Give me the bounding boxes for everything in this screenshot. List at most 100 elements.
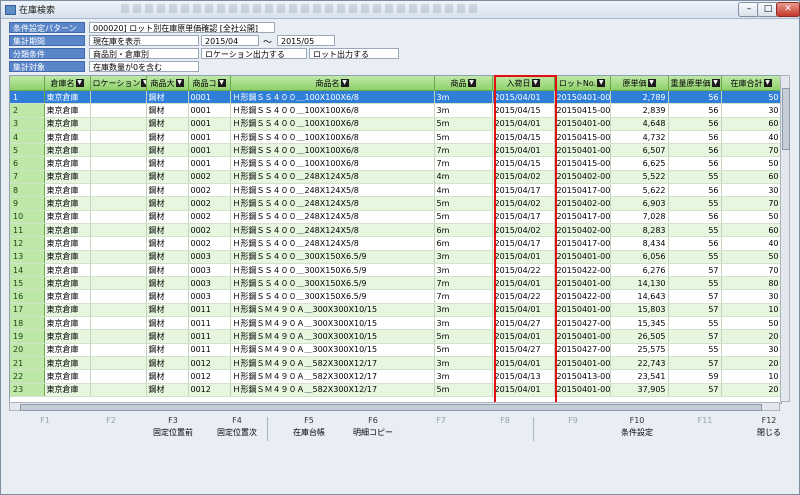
cell-weight-price: 55: [668, 196, 722, 211]
row-number[interactable]: 11: [10, 223, 45, 238]
row-number[interactable]: 2: [10, 103, 45, 118]
filter-dropdown-icon[interactable]: ▼: [763, 79, 772, 87]
table-row[interactable]: 5 東京倉庫 鋼材 0001 Ｈ形鋼ＳＳ４００＿100X100X6/8 7m 2015/04…: [10, 143, 781, 158]
table-row[interactable]: 16 東京倉庫 鋼材 0003 Ｈ形鋼ＳＳ４００＿300X150X6.5/9 7m 2015…: [10, 289, 781, 304]
table-row[interactable]: 18 東京倉庫 鋼材 0011 Ｈ形鋼ＳＭ４９０Ａ＿300X300X10/15 3m 201…: [10, 316, 781, 331]
period-mode-field[interactable]: 現在庫を表示: [89, 35, 199, 46]
column-header-product-name[interactable]: 商品名 ▼: [230, 76, 435, 91]
title-bar[interactable]: 在庫検索 – □ ✕: [1, 1, 800, 19]
pattern-field[interactable]: 000020] ロット別在庫原単価確認 [全社公開]: [89, 22, 275, 33]
table-row[interactable]: 4 東京倉庫 鋼材 0001 Ｈ形鋼ＳＳ４００＿100X100X6/8 5m 2015/04…: [10, 130, 781, 145]
cell-length: 5m: [434, 329, 493, 344]
fkey-f12[interactable]: F12 閉じる: [737, 415, 800, 443]
table-row[interactable]: 2 東京倉庫 鋼材 0001 Ｈ形鋼ＳＳ４００＿100X100X6/8 3m 2015/04…: [10, 103, 781, 118]
row-number[interactable]: 1: [10, 90, 45, 105]
table-row[interactable]: 8 東京倉庫 鋼材 0002 Ｈ形鋼ＳＳ４００＿248X124X5/8 4m 2015/04…: [10, 183, 781, 198]
filter-dropdown-icon[interactable]: ▼: [711, 79, 720, 87]
horizontal-scroll-thumb[interactable]: [20, 404, 762, 411]
filter-dropdown-icon[interactable]: ▼: [340, 79, 349, 87]
row-number[interactable]: 23: [10, 383, 45, 397]
table-row[interactable]: 21 東京倉庫 鋼材 0012 Ｈ形鋼ＳＭ４９０Ａ＿582X300X12/17 3m 201…: [10, 356, 781, 371]
table-row[interactable]: 11 東京倉庫 鋼材 0002 Ｈ形鋼ＳＳ４００＿248X124X5/8 6m 2015/0…: [10, 223, 781, 238]
row-number[interactable]: 10: [10, 210, 45, 224]
cell-category: 鋼材: [146, 130, 189, 145]
table-row[interactable]: 10 東京倉庫 鋼材 0002 Ｈ形鋼ＳＳ４００＿248X124X5/8 5m 2015/0…: [10, 210, 781, 224]
cell-category: 鋼材: [146, 383, 189, 397]
row-number[interactable]: 12: [10, 236, 45, 251]
fkey-code: F1: [40, 416, 50, 425]
fkey-f4[interactable]: F4 固定位置次: [205, 415, 269, 443]
column-header-warehouse[interactable]: 倉庫名 ▼: [44, 76, 91, 91]
table-row[interactable]: 3 東京倉庫 鋼材 0001 Ｈ形鋼ＳＳ４００＿100X100X6/8 5m 2015/04…: [10, 117, 781, 131]
fkey-f10[interactable]: F10 条件設定: [605, 415, 669, 443]
table-row[interactable]: 9 東京倉庫 鋼材 0002 Ｈ形鋼ＳＳ４００＿248X124X5/8 5m 2015/04…: [10, 196, 781, 211]
table-row[interactable]: 22 東京倉庫 鋼材 0012 Ｈ形鋼ＳＭ４９０Ａ＿582X300X12/17 3m 201…: [10, 369, 781, 384]
filter-dropdown-icon[interactable]: ▼: [217, 79, 226, 87]
filter-dropdown-icon[interactable]: ▼: [175, 79, 184, 87]
row-number[interactable]: 9: [10, 196, 45, 211]
row-number[interactable]: 22: [10, 369, 45, 384]
cell-weight-price: 55: [668, 316, 722, 331]
row-number[interactable]: 7: [10, 170, 45, 185]
column-header-lot-no[interactable]: ロットNo. ▼: [554, 76, 611, 91]
filter-dropdown-icon[interactable]: ▼: [647, 79, 656, 87]
period-from-field[interactable]: 2015/04: [201, 35, 259, 46]
row-number[interactable]: 4: [10, 130, 45, 145]
cell-product-name: Ｈ形鋼ＳＳ４００＿300X150X6.5/9: [230, 276, 435, 291]
target-field[interactable]: 在庫数量が0を含む: [89, 61, 199, 72]
table-row[interactable]: 23 東京倉庫 鋼材 0012 Ｈ形鋼ＳＭ４９０Ａ＿582X300X12/17 5m 201…: [10, 383, 781, 397]
fkey-f3[interactable]: F3 固定位置前: [141, 415, 205, 443]
period-to-field[interactable]: 2015/05: [277, 35, 335, 46]
column-header-category[interactable]: 商品大 ▼: [146, 76, 189, 91]
row-number[interactable]: 3: [10, 117, 45, 131]
table-row[interactable]: 13 東京倉庫 鋼材 0003 Ｈ形鋼ＳＳ４００＿300X150X6.5/9 3m 2015…: [10, 250, 781, 264]
vertical-scrollbar[interactable]: [780, 75, 790, 402]
fkey-f5[interactable]: F5 在庫台帳: [277, 415, 341, 443]
column-header-arrival-date[interactable]: 入荷日 ▼: [492, 76, 555, 91]
row-number[interactable]: 15: [10, 276, 45, 291]
table-row[interactable]: 20 東京倉庫 鋼材 0011 Ｈ形鋼ＳＭ４９０Ａ＿300X300X10/15 5m 201…: [10, 343, 781, 357]
column-header-code[interactable]: 商品コ ▼: [188, 76, 231, 91]
filter-dropdown-icon[interactable]: ▼: [467, 79, 476, 87]
row-number[interactable]: 6: [10, 156, 45, 171]
row-number[interactable]: 16: [10, 289, 45, 304]
column-header-label: ロットNo.: [558, 78, 597, 88]
table-row[interactable]: 6 東京倉庫 鋼材 0001 Ｈ形鋼ＳＳ４００＿100X100X6/8 7m 2015/04…: [10, 156, 781, 171]
table-row[interactable]: 19 東京倉庫 鋼材 0011 Ｈ形鋼ＳＭ４９０Ａ＿300X300X10/15 5m 201…: [10, 329, 781, 344]
filter-dropdown-icon[interactable]: ▼: [597, 79, 606, 87]
vertical-scroll-thumb[interactable]: [782, 88, 790, 150]
cell-length: 3m: [434, 356, 493, 371]
location-output-option[interactable]: ロケーション出力する: [201, 48, 307, 59]
row-number[interactable]: 8: [10, 183, 45, 198]
horizontal-scrollbar[interactable]: [9, 402, 780, 411]
column-header-stock-total[interactable]: 在庫合計 ▼: [721, 76, 781, 91]
column-header-weight-price[interactable]: 重量原単価 ▼: [668, 76, 722, 91]
inventory-grid[interactable]: 倉庫名▼ロケーション▼商品大▼商品コ▼商品名▼商品▼入荷日▼ロットNo.▼原単価…: [9, 75, 782, 404]
column-header-unit-price[interactable]: 原単価 ▼: [610, 76, 669, 91]
cell-location: [90, 263, 147, 278]
row-number[interactable]: 19: [10, 329, 45, 344]
filter-dropdown-icon[interactable]: ▼: [75, 79, 84, 87]
row-number[interactable]: 5: [10, 143, 45, 158]
cell-location: [90, 356, 147, 371]
filter-dropdown-icon[interactable]: ▼: [531, 79, 540, 87]
table-row[interactable]: 7 東京倉庫 鋼材 0002 Ｈ形鋼ＳＳ４００＿248X124X5/8 4m 2015/04…: [10, 170, 781, 185]
row-number[interactable]: 14: [10, 263, 45, 278]
table-row[interactable]: 1 東京倉庫 鋼材 0001 Ｈ形鋼ＳＳ４００＿100X100X6/8 3m 2015/04…: [10, 90, 781, 105]
column-header-product[interactable]: 商品 ▼: [434, 76, 493, 91]
table-row[interactable]: 12 東京倉庫 鋼材 0002 Ｈ形鋼ＳＳ４００＿248X124X5/8 6m 2015/0…: [10, 236, 781, 251]
row-number[interactable]: 20: [10, 343, 45, 357]
close-button[interactable]: ✕: [776, 2, 800, 17]
column-header-location[interactable]: ロケーション▼: [90, 76, 147, 91]
fkey-f6[interactable]: F6 明細コピー: [341, 415, 405, 443]
row-number[interactable]: 21: [10, 356, 45, 371]
table-row[interactable]: 15 東京倉庫 鋼材 0003 Ｈ形鋼ＳＳ４００＿300X150X6.5/9 7m 2015…: [10, 276, 781, 291]
cell-unit-price: 2,839: [610, 103, 669, 118]
row-number[interactable]: 13: [10, 250, 45, 264]
classify-field[interactable]: 商品別・倉庫別: [89, 48, 199, 59]
table-row[interactable]: 17 東京倉庫 鋼材 0011 Ｈ形鋼ＳＭ４９０Ａ＿300X300X10/15 3m 201…: [10, 303, 781, 318]
row-number[interactable]: 18: [10, 316, 45, 331]
table-row[interactable]: 14 東京倉庫 鋼材 0003 Ｈ形鋼ＳＳ４００＿300X150X6.5/9 3m 2015…: [10, 263, 781, 278]
row-number[interactable]: 17: [10, 303, 45, 318]
lot-output-option[interactable]: ロット出力する: [309, 48, 399, 59]
